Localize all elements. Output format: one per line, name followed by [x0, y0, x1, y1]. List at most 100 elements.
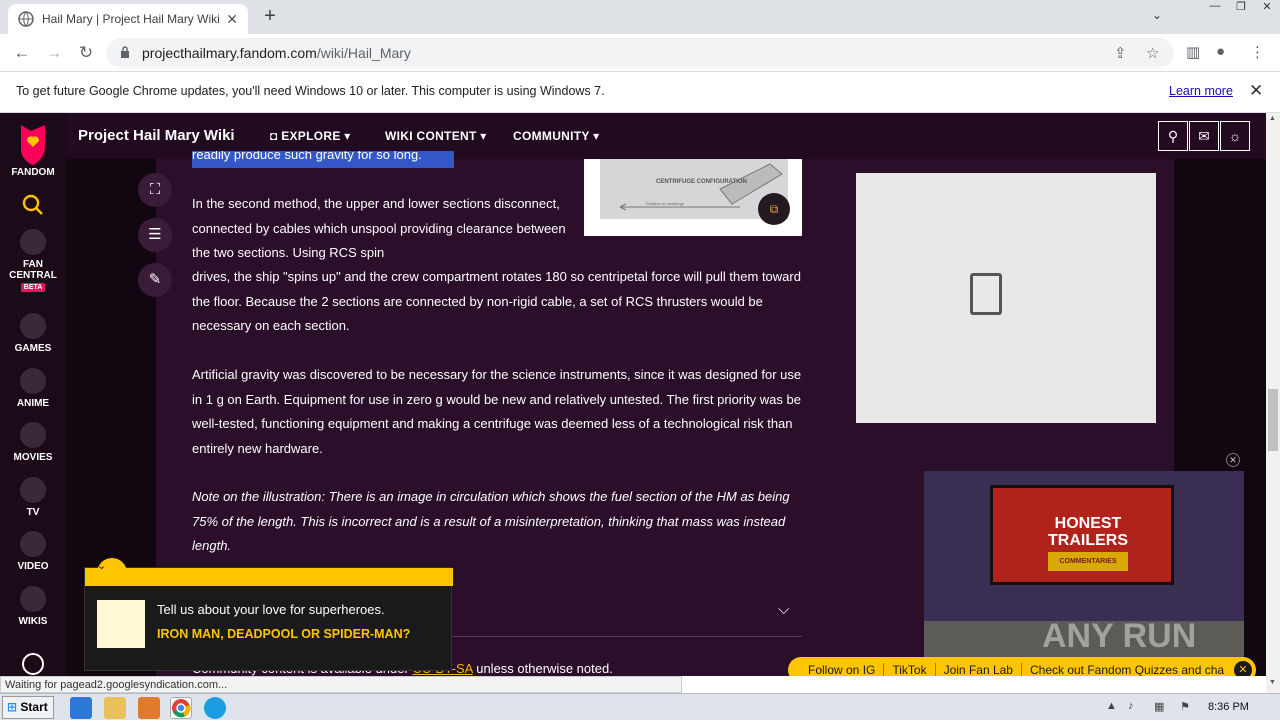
menu-icon[interactable]: ⋮	[1250, 43, 1265, 61]
discussions-icon: ✉	[1198, 128, 1210, 144]
centrifuge-figure[interactable]: CENTRIFUGE CONFIGURATION Rotation of cen…	[584, 159, 802, 236]
back-icon[interactable]: ←	[12, 43, 32, 63]
scroll-up-icon[interactable]: ▲	[1269, 115, 1276, 122]
reload-icon[interactable]: ↻	[76, 43, 96, 63]
expand-image-icon[interactable]: ⧉	[758, 193, 790, 225]
windows-logo-icon: ⊞	[7, 700, 18, 714]
logo-line-3: COMMENTARIES	[1048, 552, 1128, 571]
quiz-header	[85, 568, 453, 586]
close-icon[interactable]: ✕	[1249, 81, 1263, 101]
start-button[interactable]: ⊞ Start	[2, 696, 54, 719]
fan-central-label: FAN CENTRAL	[9, 259, 57, 281]
edge-icon[interactable]	[204, 697, 226, 719]
sun-icon: ☼	[1228, 128, 1242, 144]
minimize-button[interactable]: —	[1202, 0, 1228, 18]
fan-lab-link[interactable]: Join Fan Lab	[936, 663, 1022, 676]
honest-trailers-logo: HONEST TRAILERS COMMENTARIES	[1048, 515, 1128, 571]
vertical-scrollbar[interactable]: ▲ ▼	[1266, 113, 1280, 693]
chevron-down-icon[interactable]: ⌄	[1152, 8, 1162, 22]
wiki-content-label: WIKI CONTENT	[385, 129, 477, 143]
fan-central-link[interactable]: FAN CENTRAL BETA	[0, 229, 66, 292]
url-path: /wiki/Hail_Mary	[316, 45, 411, 61]
video-player[interactable]: HONEST TRAILERS COMMENTARIES ANY RUN	[924, 471, 1244, 676]
theme-toggle-button[interactable]: ☼	[1220, 121, 1250, 151]
volume-icon[interactable]: ♪	[1128, 700, 1134, 712]
network-icon[interactable]: ▦	[1154, 700, 1164, 713]
paragraph-illustration-note: Note on the illustration: There is an im…	[192, 489, 790, 553]
maximize-button[interactable]: ❐	[1228, 0, 1254, 18]
collapse-quiz-button[interactable]: ⌄	[97, 558, 127, 574]
fullscreen-icon[interactable]: ⛶	[138, 173, 172, 207]
toc-list-icon[interactable]: ☰	[138, 218, 172, 252]
book-icon	[20, 586, 46, 612]
chrome-logo	[172, 699, 191, 718]
browser-tab[interactable]: Hail Mary | Project Hail Mary Wiki | F ✕	[8, 4, 248, 34]
chevron-down-icon[interactable]: ⌵	[778, 601, 789, 618]
video-close-icon[interactable]: ✕	[1226, 453, 1240, 467]
explorer-folder-icon[interactable]	[104, 697, 126, 719]
wiki-content-menu[interactable]: WIKI CONTENT ▾	[385, 129, 487, 143]
figure-caption: Rotation of centrifuge	[646, 201, 685, 206]
discussions-button[interactable]: ✉	[1189, 121, 1219, 151]
quiz-answer-link[interactable]: IRON MAN, DEADPOOL OR SPIDER-MAN?	[157, 626, 417, 642]
fandom-bottom-bar: Follow on IG TikTok Join Fan Lab Check o…	[788, 657, 1256, 676]
media-player-icon[interactable]	[138, 697, 160, 719]
tv-icon	[20, 477, 46, 503]
clock[interactable]: 8:36 PM	[1208, 701, 1249, 713]
wikis-link[interactable]: WIKIS	[0, 586, 66, 627]
scroll-down-icon[interactable]: ▼	[1269, 679, 1276, 686]
paragraph-spin: drives, the ship "spins up" and the crew…	[192, 269, 801, 333]
superhero-quiz-icon	[97, 600, 145, 648]
profile-icon[interactable]: ●	[1216, 43, 1225, 60]
windows-taskbar: ⊞ Start ▲ ♪ ▦ ⚑ 8:36 PM	[0, 693, 1280, 720]
tray-expand-icon[interactable]: ▲	[1106, 700, 1117, 712]
tiktok-link[interactable]: TikTok	[884, 663, 936, 676]
follow-ig-link[interactable]: Follow on IG	[800, 663, 885, 676]
tv-link[interactable]: TV	[0, 477, 66, 518]
url-domain: projecthailmary.fandom.com	[142, 45, 317, 61]
quiz-popup[interactable]: ⌄ Tell us about your love for superheroe…	[84, 558, 453, 671]
explore-menu[interactable]: ◘ EXPLORE ▾	[270, 129, 351, 143]
anime-icon	[20, 368, 46, 394]
tv-label: TV	[26, 507, 40, 518]
side-panel-icon[interactable]: ▥	[1186, 43, 1200, 61]
close-window-button[interactable]: ✕	[1254, 0, 1280, 18]
infobar-message: To get future Google Chrome updates, you…	[16, 84, 605, 98]
edit-pencil-icon[interactable]: ✎	[138, 263, 172, 297]
ie-icon[interactable]	[70, 697, 92, 719]
learn-more-link[interactable]: Learn more	[1169, 84, 1233, 98]
quiz-question: Tell us about your love for superheroes.	[157, 602, 385, 617]
window-controls: — ❐ ✕	[1202, 0, 1280, 20]
bookmark-star-icon[interactable]: ☆	[1146, 44, 1159, 62]
header-search-button[interactable]: ⚲	[1158, 121, 1188, 151]
wiki-name-link[interactable]: Project Hail Mary Wiki	[78, 127, 235, 144]
scrollbar-thumb[interactable]	[1268, 389, 1278, 451]
explore-icon: ◘	[270, 129, 282, 143]
new-tab-button[interactable]: +	[258, 5, 282, 29]
url-text: projecthailmary.fandom.com/wiki/Hail_Mar…	[142, 45, 411, 61]
address-bar[interactable]: projecthailmary.fandom.com/wiki/Hail_Mar…	[106, 38, 1174, 68]
flag-icon[interactable]: ⚑	[1180, 700, 1190, 713]
community-menu[interactable]: COMMUNITY ▾	[513, 129, 599, 143]
games-link[interactable]: GAMES	[0, 313, 66, 354]
chevron-down-icon: ⌄	[97, 560, 107, 572]
fandom-logo[interactable]: FANDOM	[0, 121, 66, 178]
logo-line-1: HONEST	[1054, 515, 1122, 532]
fandom-logo-icon	[21, 125, 45, 165]
fandom-label: FANDOM	[11, 167, 55, 178]
search-icon[interactable]	[0, 193, 66, 220]
video-link[interactable]: VIDEO	[0, 531, 66, 572]
chrome-icon[interactable]	[170, 697, 192, 719]
rocket-icon	[20, 229, 46, 255]
close-icon[interactable]: ✕	[1234, 661, 1252, 676]
anime-link[interactable]: ANIME	[0, 368, 66, 409]
page-viewport: FANDOM FAN CENTRAL BETA GAMES ANIME MOVI…	[0, 113, 1266, 676]
user-icon	[22, 653, 44, 675]
selected-text: readily produce such gravity for so long…	[192, 151, 454, 168]
forward-icon[interactable]: →	[44, 43, 64, 63]
quizzes-link[interactable]: Check out Fandom Quizzes and cha	[1022, 663, 1232, 676]
movies-link[interactable]: MOVIES	[0, 422, 66, 463]
share-icon[interactable]: ⇪	[1114, 44, 1127, 62]
close-tab-icon[interactable]: ✕	[226, 11, 238, 28]
user-avatar-icon[interactable]	[0, 653, 66, 676]
